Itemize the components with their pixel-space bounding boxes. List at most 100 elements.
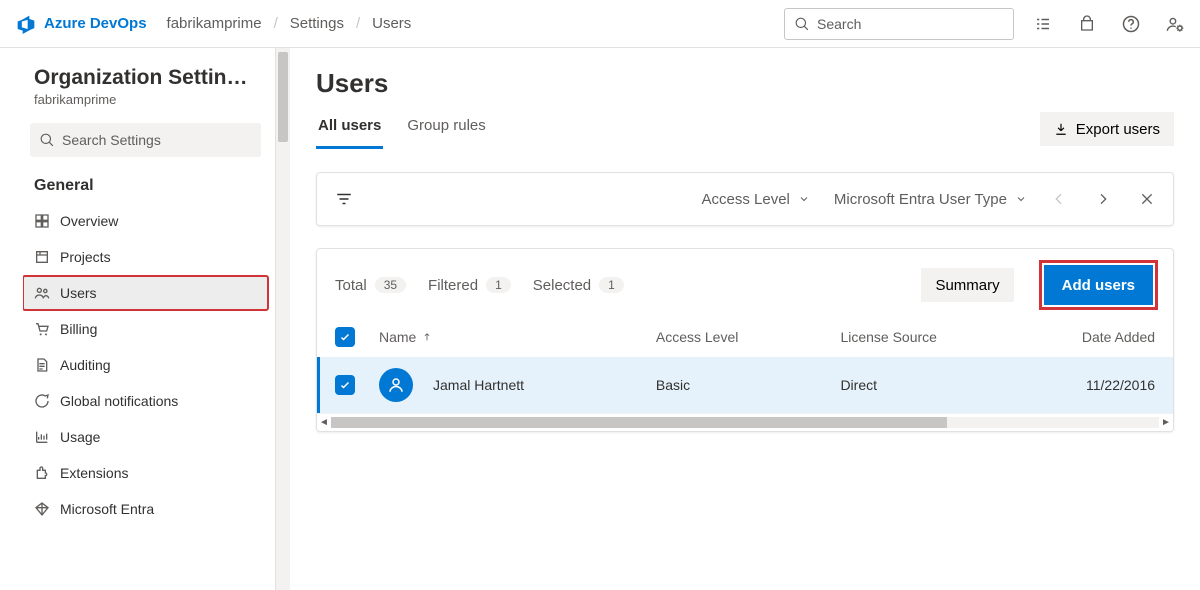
stat-filtered-count: 1 [486, 277, 511, 293]
add-users-button[interactable]: Add users [1044, 265, 1153, 305]
chat-icon [34, 393, 50, 409]
scroll-right-icon[interactable]: ► [1159, 414, 1173, 431]
sidebar-item-billing[interactable]: Billing [22, 311, 269, 347]
help-icon[interactable] [1122, 15, 1140, 33]
person-icon [387, 376, 405, 394]
col-name[interactable]: Name [379, 329, 656, 345]
table-header: Name Access Level License Source Date Ad… [317, 321, 1173, 357]
select-all-checkbox[interactable] [335, 327, 355, 347]
sidebar-item-users[interactable]: Users [22, 275, 269, 311]
breadcrumb-users[interactable]: Users [366, 11, 417, 36]
project-icon [34, 249, 50, 265]
azure-devops-logo-icon [16, 14, 36, 34]
sidebar-heading: General [16, 167, 275, 201]
filter-bar: Access Level Microsoft Entra User Type [316, 172, 1174, 226]
sidebar-item-label: Microsoft Entra [60, 501, 154, 517]
sidebar-title: Organization Settin… [34, 66, 257, 90]
user-date: 11/22/2016 [1025, 377, 1155, 393]
filter-entra-type[interactable]: Microsoft Entra User Type [834, 191, 1027, 208]
avatar [379, 368, 413, 402]
sidebar-item-overview[interactable]: Overview [22, 203, 269, 239]
filter-icon[interactable] [335, 190, 353, 208]
table-horizontal-scrollbar[interactable]: ◄ ► [317, 413, 1173, 431]
download-icon [1054, 122, 1068, 136]
global-search[interactable]: Search [784, 8, 1014, 40]
scrollbar-thumb[interactable] [278, 52, 288, 142]
sidebar-item-projects[interactable]: Projects [22, 239, 269, 275]
main-content: Users All users Group rules Export users… [290, 48, 1200, 590]
sidebar-search[interactable]: Search Settings [30, 123, 261, 157]
users-table: Total 35 Filtered 1 Selected 1 Summary A… [316, 248, 1174, 432]
sidebar-search-placeholder: Search Settings [62, 132, 161, 148]
breadcrumb-settings[interactable]: Settings [284, 11, 350, 36]
check-icon [339, 331, 351, 343]
check-icon [339, 379, 351, 391]
chart-icon [34, 429, 50, 445]
puzzle-icon [34, 465, 50, 481]
sidebar-item-usage[interactable]: Usage [22, 419, 269, 455]
stat-selected-count: 1 [599, 277, 624, 293]
stat-selected: Selected 1 [533, 277, 624, 294]
search-placeholder: Search [817, 16, 861, 32]
left-gutter [0, 48, 16, 590]
sidebar-item-label: Overview [60, 213, 118, 229]
col-date[interactable]: Date Added [1025, 329, 1155, 345]
breadcrumb-sep: / [356, 15, 360, 32]
search-icon [795, 17, 809, 31]
sidebar-scrollbar[interactable] [276, 48, 290, 590]
scroll-left-icon[interactable]: ◄ [317, 414, 331, 431]
sort-asc-icon [422, 332, 432, 342]
chevron-down-icon [1015, 193, 1027, 205]
col-access[interactable]: Access Level [656, 329, 841, 345]
sidebar-item-entra[interactable]: Microsoft Entra [22, 491, 269, 527]
header-actions [1034, 15, 1184, 33]
tab-all-users[interactable]: All users [316, 109, 383, 149]
sidebar-item-notifications[interactable]: Global notifications [22, 383, 269, 419]
sidebar-item-label: Billing [60, 321, 97, 337]
user-settings-icon[interactable] [1166, 15, 1184, 33]
page-title: Users [316, 68, 1174, 99]
sidebar-item-label: Usage [60, 429, 100, 445]
work-items-icon[interactable] [1034, 15, 1052, 33]
sidebar-item-label: Global notifications [60, 393, 178, 409]
brand[interactable]: Azure DevOps [16, 14, 147, 34]
close-icon[interactable] [1139, 191, 1155, 207]
add-users-highlight: Add users [1042, 263, 1155, 307]
breadcrumb-sep: / [274, 15, 278, 32]
stat-total: Total 35 [335, 277, 406, 294]
cart-icon [34, 321, 50, 337]
scrollbar-thumb[interactable] [331, 417, 947, 428]
next-icon[interactable] [1095, 191, 1111, 207]
search-icon [40, 133, 54, 147]
col-source[interactable]: License Source [840, 329, 1025, 345]
sidebar-item-label: Extensions [60, 465, 128, 481]
entra-icon [34, 501, 50, 517]
users-icon [34, 285, 50, 301]
user-access: Basic [656, 377, 841, 393]
breadcrumb: fabrikamprime / Settings / Users [161, 11, 418, 36]
tab-group-rules[interactable]: Group rules [405, 109, 487, 149]
prev-icon [1051, 191, 1067, 207]
document-icon [34, 357, 50, 373]
row-checkbox[interactable] [335, 375, 355, 395]
sidebar: Organization Settin… fabrikamprime Searc… [16, 48, 276, 590]
export-users-button[interactable]: Export users [1040, 112, 1174, 146]
table-row[interactable]: Jamal Hartnett Basic Direct 11/22/2016 [317, 357, 1173, 413]
marketplace-icon[interactable] [1078, 15, 1096, 33]
export-label: Export users [1076, 121, 1160, 138]
stats-row: Total 35 Filtered 1 Selected 1 Summary A… [317, 249, 1173, 321]
sidebar-item-label: Auditing [60, 357, 111, 373]
grid-icon [34, 213, 50, 229]
user-source: Direct [840, 377, 1025, 393]
user-name: Jamal Hartnett [433, 377, 524, 393]
summary-button[interactable]: Summary [921, 268, 1013, 302]
sidebar-item-label: Projects [60, 249, 111, 265]
sidebar-item-auditing[interactable]: Auditing [22, 347, 269, 383]
filter-access-level[interactable]: Access Level [702, 191, 810, 208]
sidebar-item-extensions[interactable]: Extensions [22, 455, 269, 491]
top-header: Azure DevOps fabrikamprime / Settings / … [0, 0, 1200, 48]
stat-total-count: 35 [375, 277, 406, 293]
stat-filtered: Filtered 1 [428, 277, 511, 294]
sidebar-item-label: Users [60, 285, 97, 301]
breadcrumb-org[interactable]: fabrikamprime [161, 11, 268, 36]
